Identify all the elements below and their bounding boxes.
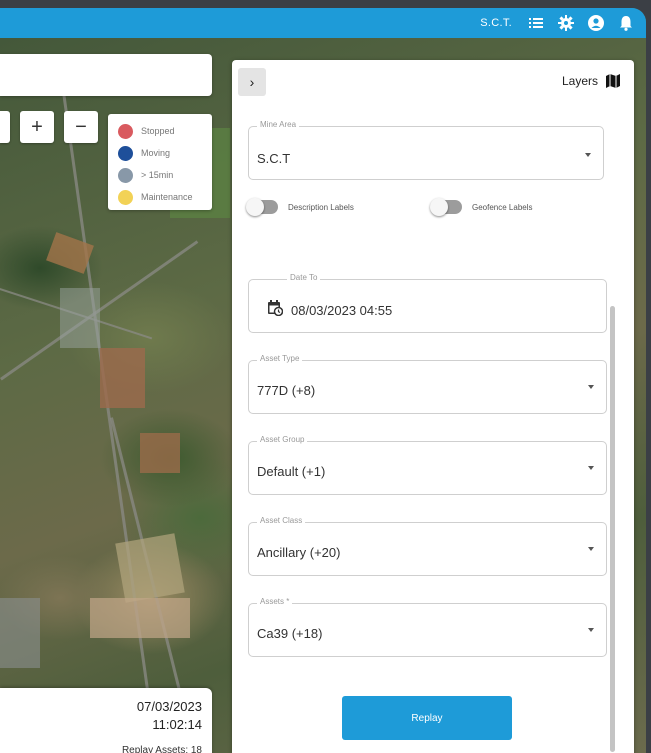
- zoom-out-button[interactable]: −: [64, 111, 98, 143]
- status-legend: Stopped Moving > 15min Maintenance: [108, 114, 212, 210]
- replay-date: 07/03/2023: [136, 699, 202, 714]
- layers-label: Layers: [561, 74, 598, 88]
- legend-label: Maintenance: [141, 192, 193, 202]
- dropdown-arrow-icon: [588, 466, 594, 470]
- asset-class-select[interactable]: Asset Class Ancillary (+20): [248, 516, 607, 576]
- replay-assets-count: Replay Assets: 18: [121, 745, 202, 753]
- field-value: S.C.T: [257, 151, 291, 166]
- account-icon[interactable]: [588, 15, 604, 31]
- toggle-label: Description Labels: [288, 202, 354, 212]
- calendar-clock-icon: [267, 300, 284, 321]
- chevron-right-icon: ›: [249, 74, 255, 90]
- bell-icon[interactable]: [618, 15, 634, 31]
- zoom-in-button[interactable]: +: [20, 111, 54, 143]
- toggle-label: Geofence Labels: [472, 202, 533, 212]
- org-label[interactable]: S.C.T.: [480, 17, 512, 29]
- geofence-labels-toggle[interactable]: [430, 198, 462, 216]
- field-value: Ancillary (+20): [257, 545, 341, 560]
- list-icon[interactable]: [528, 15, 544, 31]
- legend-item-idle: > 15min: [118, 164, 212, 186]
- legend-item-stopped: Stopped: [118, 120, 212, 142]
- map-search-box[interactable]: [0, 54, 212, 96]
- collapse-panel-button[interactable]: ›: [238, 68, 266, 96]
- legend-label: Stopped: [141, 126, 175, 136]
- field-patch: [90, 598, 190, 638]
- field-value: 08/03/2023 04:55: [291, 303, 393, 318]
- top-bar: S.C.T.: [0, 8, 646, 38]
- field-patch: [140, 433, 180, 473]
- geofence-labels-toggle-row[interactable]: Geofence Labels: [430, 198, 533, 216]
- legend-item-maintenance: Maintenance: [118, 186, 212, 208]
- blue-dot-icon: [118, 145, 133, 161]
- yellow-dot-icon: [118, 189, 133, 205]
- assets-select[interactable]: Assets * Ca39 (+18): [248, 597, 607, 657]
- replay-datetime: 07/03/2023 11:02:14: [137, 698, 202, 734]
- grey-dot-icon: [118, 167, 133, 183]
- legend-label: > 15min: [141, 170, 174, 180]
- dropdown-arrow-icon: [585, 153, 591, 157]
- legend-item-moving: Moving: [118, 142, 212, 164]
- replay-time: 11:02:14: [152, 717, 202, 732]
- description-labels-toggle[interactable]: [246, 198, 278, 216]
- field-value: 777D (+8): [257, 383, 316, 398]
- app-screen: S.C.T. + − Stopped Moving > 15min Mainte…: [0, 8, 646, 753]
- dropdown-arrow-icon: [588, 628, 594, 632]
- field-label: Asset Type: [257, 354, 303, 363]
- map-control-button[interactable]: [0, 111, 10, 143]
- field-label: Asset Class: [257, 516, 306, 525]
- asset-type-select[interactable]: Asset Type 777D (+8): [248, 354, 607, 414]
- building-area: [0, 598, 40, 668]
- dropdown-arrow-icon: [588, 385, 594, 389]
- legend-label: Moving: [141, 148, 171, 158]
- field-patch: [100, 348, 145, 408]
- replay-filter-panel: › Layers Mine Area S.C.T Description Lab…: [232, 60, 634, 753]
- field-patch: [115, 533, 185, 603]
- asset-group-select[interactable]: Asset Group Default (+1): [248, 435, 607, 495]
- field-label: Asset Group: [257, 435, 308, 444]
- replay-button[interactable]: Replay: [342, 696, 512, 740]
- panel-scrollbar[interactable]: [610, 306, 615, 752]
- gear-icon[interactable]: [558, 15, 574, 31]
- date-to-field[interactable]: Date To 08/03/2023 04:55: [248, 273, 607, 333]
- field-value: Default (+1): [257, 464, 326, 479]
- field-label: Assets *: [257, 597, 293, 606]
- village-area: [60, 288, 100, 348]
- red-dot-icon: [118, 123, 133, 139]
- mine-area-select[interactable]: Mine Area S.C.T: [248, 120, 604, 180]
- field-value: Ca39 (+18): [257, 626, 323, 641]
- description-labels-toggle-row[interactable]: Description Labels: [246, 198, 354, 216]
- dropdown-arrow-icon: [588, 547, 594, 551]
- layers-button[interactable]: Layers: [562, 74, 620, 88]
- plus-icon: +: [31, 115, 43, 138]
- field-label: Date To: [287, 273, 321, 282]
- map-icon: [606, 74, 620, 88]
- replay-info-box: 07/03/2023 11:02:14 Replay Assets: 18: [0, 688, 212, 753]
- minus-icon: −: [75, 115, 87, 138]
- field-label: Mine Area: [257, 120, 300, 129]
